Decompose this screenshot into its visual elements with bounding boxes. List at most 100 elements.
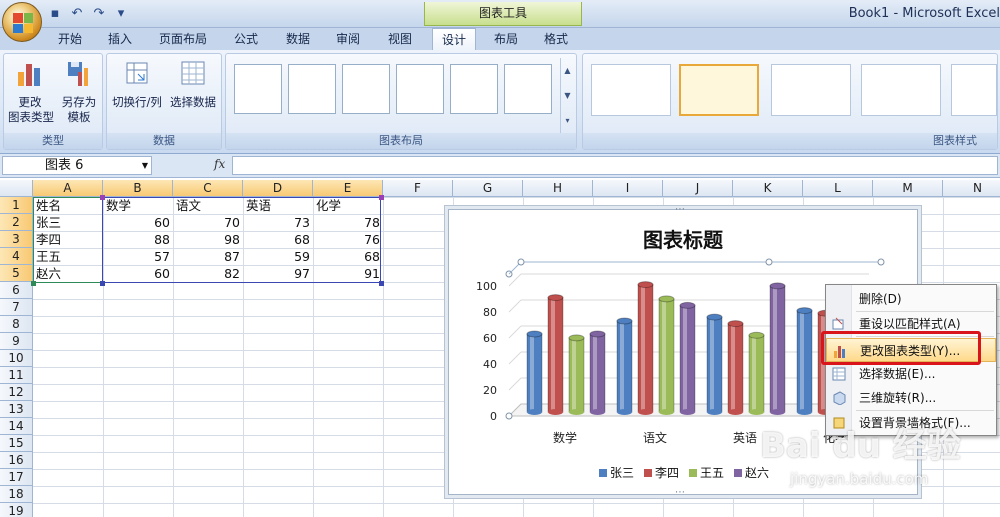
select-all-corner[interactable] [0, 180, 33, 197]
legend-item[interactable]: 张三 [599, 464, 634, 481]
style-thumb-5[interactable] [951, 64, 997, 116]
column-header-e[interactable]: E [313, 180, 383, 197]
fx-icon[interactable]: fx [214, 157, 225, 171]
row-header-10[interactable]: 10 [0, 350, 33, 367]
style-thumb-3[interactable] [771, 64, 851, 116]
tab-layout[interactable]: 布局 [486, 28, 526, 50]
wall-handle[interactable] [505, 412, 513, 420]
column-header-i[interactable]: I [593, 180, 663, 197]
bar[interactable] [727, 323, 744, 413]
tab-view[interactable]: 视图 [380, 28, 420, 50]
change-chart-type-button[interactable]: 更改 图表类型 [8, 58, 54, 125]
layout-thumb-1[interactable] [234, 64, 282, 114]
row-header-1[interactable]: 1 [0, 197, 33, 214]
chart-legend[interactable]: 张三 李四 王五 赵六 [599, 464, 769, 481]
range-handle[interactable] [31, 281, 36, 286]
layout-thumb-3[interactable] [342, 64, 390, 114]
undo-icon[interactable]: ↶ [68, 5, 86, 23]
menu-item-delete[interactable]: 删除(D) [826, 287, 996, 311]
save-icon[interactable]: ▪ [46, 5, 64, 23]
layout-thumb-2[interactable] [288, 64, 336, 114]
bar[interactable] [706, 316, 723, 413]
tab-insert[interactable]: 插入 [100, 28, 140, 50]
range-handle[interactable] [379, 195, 384, 200]
range-handle[interactable] [379, 281, 384, 286]
row-header-9[interactable]: 9 [0, 333, 33, 350]
tab-format[interactable]: 格式 [536, 28, 576, 50]
column-header-n[interactable]: N [943, 180, 1000, 197]
redo-icon[interactable]: ↷ [90, 5, 108, 23]
column-header-f[interactable]: F [383, 180, 453, 197]
bar[interactable] [679, 304, 696, 413]
bar[interactable] [658, 298, 675, 413]
tab-review[interactable]: 审阅 [328, 28, 368, 50]
wall-handle[interactable] [517, 258, 525, 266]
select-data-button[interactable]: 选择数据 [167, 58, 219, 110]
row-header-6[interactable]: 6 [0, 282, 33, 299]
column-header-d[interactable]: D [243, 180, 313, 197]
layout-gallery-scroll[interactable]: ▲ ▼ ▾ [560, 58, 574, 134]
bar[interactable] [526, 333, 543, 413]
save-as-template-button[interactable]: 另存为 模板 [56, 58, 102, 125]
row-header-15[interactable]: 15 [0, 435, 33, 452]
wall-handle[interactable] [877, 258, 885, 266]
column-header-c[interactable]: C [173, 180, 243, 197]
chevron-down-icon[interactable]: ▼ [142, 157, 148, 174]
name-box[interactable]: 图表 6 ▼ [2, 156, 152, 175]
range-handle[interactable] [100, 281, 105, 286]
office-button[interactable] [2, 2, 42, 42]
bar[interactable] [769, 285, 786, 413]
row-header-14[interactable]: 14 [0, 418, 33, 435]
column-header-g[interactable]: G [453, 180, 523, 197]
column-header-j[interactable]: J [663, 180, 733, 197]
menu-item-3d-rotation[interactable]: 三维旋转(R)... [826, 386, 996, 410]
column-header-m[interactable]: M [873, 180, 943, 197]
bar[interactable] [616, 320, 633, 413]
row-header-5[interactable]: 5 [0, 265, 33, 282]
row-header-8[interactable]: 8 [0, 316, 33, 333]
bar[interactable] [568, 337, 585, 413]
tab-page-layout[interactable]: 页面布局 [150, 28, 216, 50]
layout-thumb-6[interactable] [504, 64, 552, 114]
switch-row-column-button[interactable]: 切换行/列 [111, 58, 163, 110]
row-header-4[interactable]: 4 [0, 248, 33, 265]
formula-input[interactable] [232, 156, 998, 175]
bar[interactable] [796, 310, 813, 413]
bar[interactable] [589, 333, 606, 413]
row-header-11[interactable]: 11 [0, 367, 33, 384]
legend-item[interactable]: 李四 [644, 464, 679, 481]
layout-thumb-5[interactable] [450, 64, 498, 114]
style-thumb-2[interactable] [679, 64, 759, 116]
bar[interactable] [637, 284, 654, 413]
column-header-k[interactable]: K [733, 180, 803, 197]
bar[interactable] [748, 334, 765, 413]
bar[interactable] [547, 297, 564, 413]
style-thumb-1[interactable] [591, 64, 671, 116]
row-header-13[interactable]: 13 [0, 401, 33, 418]
wall-handle[interactable] [765, 258, 773, 266]
row-header-16[interactable]: 16 [0, 452, 33, 469]
row-header-18[interactable]: 18 [0, 486, 33, 503]
column-header-l[interactable]: L [803, 180, 873, 197]
row-header-19[interactable]: 19 [0, 503, 33, 517]
tab-home[interactable]: 开始 [50, 28, 90, 50]
row-header-17[interactable]: 17 [0, 469, 33, 486]
layout-thumb-4[interactable] [396, 64, 444, 114]
data-range-selection[interactable] [102, 197, 381, 283]
scroll-up-icon[interactable]: ▲ [561, 58, 574, 83]
more-icon[interactable]: ▾ [561, 108, 574, 133]
row-header-7[interactable]: 7 [0, 299, 33, 316]
tab-formulas[interactable]: 公式 [226, 28, 266, 50]
row-header-3[interactable]: 3 [0, 231, 33, 248]
scroll-down-icon[interactable]: ▼ [561, 83, 574, 108]
tab-design[interactable]: 设计 [432, 28, 476, 51]
column-header-b[interactable]: B [103, 180, 173, 197]
tab-data[interactable]: 数据 [278, 28, 318, 50]
row-header-12[interactable]: 12 [0, 384, 33, 401]
legend-item[interactable]: 王五 [689, 464, 724, 481]
row-header-2[interactable]: 2 [0, 214, 33, 231]
column-header-a[interactable]: A [33, 180, 103, 197]
column-header-h[interactable]: H [523, 180, 593, 197]
menu-item-select-data[interactable]: 选择数据(E)... [826, 362, 996, 386]
style-thumb-4[interactable] [861, 64, 941, 116]
